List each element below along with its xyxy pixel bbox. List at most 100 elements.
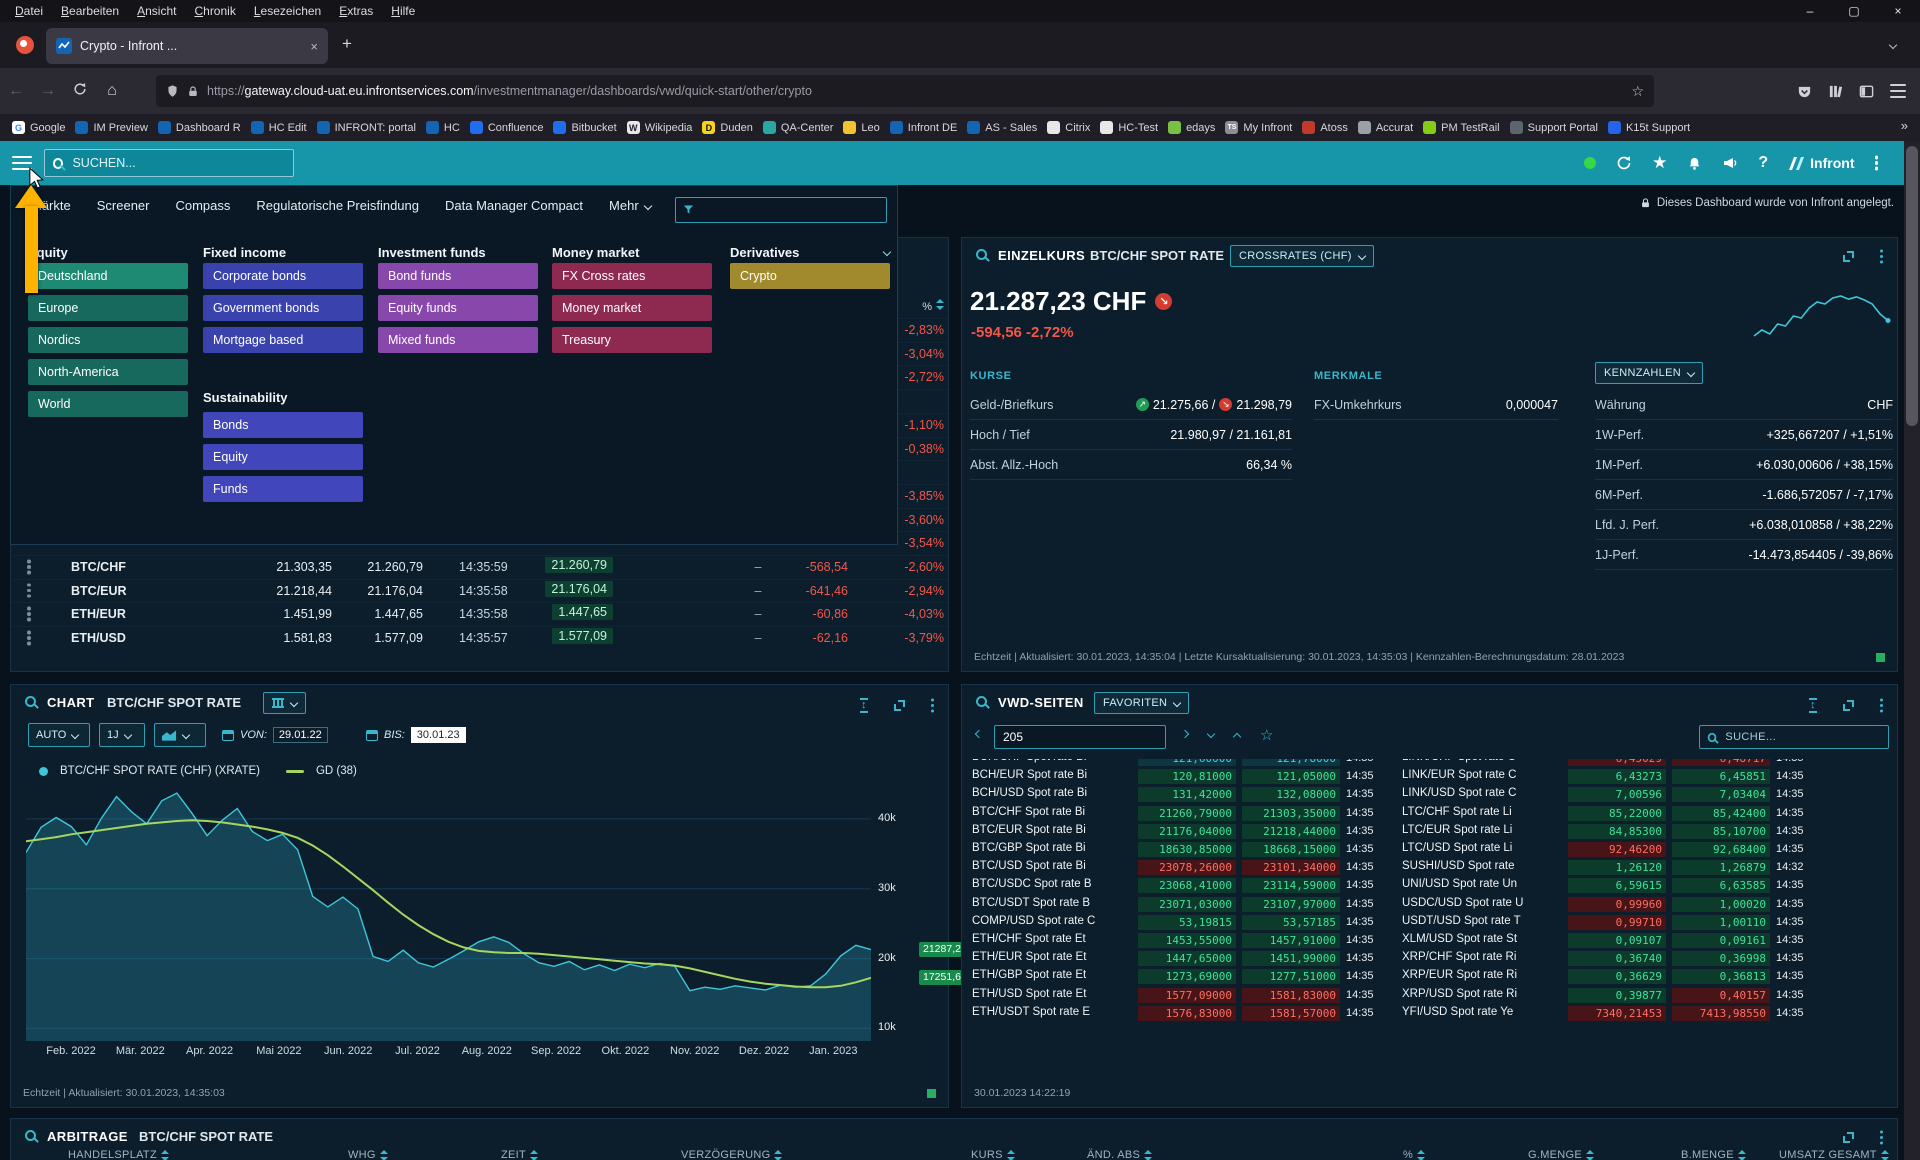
row-kebab-icon[interactable] <box>27 636 31 640</box>
expand-icon[interactable] <box>1843 251 1854 262</box>
menu-item-equity-funds[interactable]: Equity funds <box>378 295 538 321</box>
column-header--nd-abs[interactable]: ÄND. ABS <box>1087 1149 1152 1160</box>
menu-item-deutschland[interactable]: Deutschland <box>28 263 188 289</box>
menu-item-bonds[interactable]: Bonds <box>203 412 363 438</box>
nav-tab-mehr[interactable]: Mehr <box>609 198 651 213</box>
refresh-icon[interactable] <box>1616 155 1632 171</box>
vwd-row[interactable]: BTC/USDC Spot rate B23068,4100023114,590… <box>966 877 1396 895</box>
bookmark-item[interactable]: Accurat <box>1358 121 1413 134</box>
lock-icon[interactable] <box>187 85 199 98</box>
menu-item-world[interactable]: World <box>28 391 188 417</box>
vwd-row[interactable]: BCH/USD Spot rate Bi131,42000132,0800014… <box>966 786 1396 804</box>
von-value[interactable]: 29.01.22 <box>273 727 328 743</box>
bookmark-item[interactable]: Infront DE <box>890 121 958 134</box>
menu-item-mixed-funds[interactable]: Mixed funds <box>378 327 538 353</box>
vwd-row[interactable]: LTC/CHF Spot rate Li85,2200085,4240014:3… <box>1396 805 1826 823</box>
vwd-search-box[interactable] <box>1699 725 1889 749</box>
quote-row[interactable]: ETH/EUR1.451,991.447,6514:35:581.447,65–… <box>11 602 948 626</box>
vwd-row[interactable]: ETH/USDT Spot rate E1576,830001581,57000… <box>966 1005 1396 1023</box>
bookmark-item[interactable]: INFRONT: portal <box>317 121 416 134</box>
vwd-row[interactable]: ETH/GBP Spot rate Et1273,690001277,51000… <box>966 968 1396 986</box>
list-tabs-icon[interactable] <box>1889 41 1897 49</box>
menu-item-funds[interactable]: Funds <box>203 476 363 502</box>
column-header-zeit[interactable]: ZEIT <box>501 1149 538 1160</box>
fit-icon[interactable]: ↕ <box>860 698 868 713</box>
bookmarks-overflow-icon[interactable]: » <box>1895 118 1914 133</box>
expand-icon[interactable] <box>1843 700 1854 711</box>
tab-close-icon[interactable]: × <box>310 39 318 54</box>
menu-item-mortgage-based[interactable]: Mortgage based <box>203 327 363 353</box>
library-icon[interactable] <box>1828 84 1843 99</box>
app-search-box[interactable] <box>44 149 294 177</box>
toolbar-kebab-icon[interactable] <box>1875 161 1879 165</box>
vwd-row[interactable]: USDT/USD Spot rate T0,997101,0011014:35 <box>1396 914 1826 932</box>
back-icon[interactable]: ← <box>0 82 32 100</box>
menubar-item-ansicht[interactable]: Ansicht <box>130 2 183 20</box>
exchange-dropdown[interactable] <box>263 692 306 714</box>
new-tab-button[interactable]: + <box>342 34 352 54</box>
kennzahlen-dropdown[interactable]: KENNZAHLEN <box>1595 362 1703 384</box>
bookmark-item[interactable]: GGoogle <box>12 121 65 134</box>
vwd-row[interactable]: LTC/USD Spot rate Li92,4620092,6840014:3… <box>1396 841 1826 859</box>
vwd-row[interactable]: UNI/USD Spot rate Un6,596156,6358514:35 <box>1396 877 1826 895</box>
favorite-star-icon[interactable]: ☆ <box>1260 726 1273 744</box>
vwd-row[interactable]: BTC/GBP Spot rate Bi18630,8500018668,150… <box>966 841 1396 859</box>
menubar-item-lesezeichen[interactable]: Lesezeichen <box>247 2 328 20</box>
fit-icon[interactable]: ↕ <box>1809 698 1817 713</box>
column-header-b-menge[interactable]: B.MENGE <box>1681 1149 1746 1160</box>
menubar-item-hilfe[interactable]: Hilfe <box>384 2 422 20</box>
menu-item-north-america[interactable]: North-America <box>28 359 188 385</box>
menu-item-bond-funds[interactable]: Bond funds <box>378 263 538 289</box>
bis-value[interactable]: 30.01.23 <box>411 727 466 743</box>
quote-row[interactable]: BTC/EUR21.218,4421.176,0414:35:5821.176,… <box>11 579 948 603</box>
pocket-icon[interactable] <box>1797 84 1812 99</box>
quote-search-icon[interactable] <box>25 696 36 707</box>
vwd-row[interactable]: BTC/USD Spot rate Bi23078,2600023101,340… <box>966 859 1396 877</box>
row-kebab-icon[interactable] <box>27 565 31 569</box>
vwd-row[interactable]: ETH/USD Spot rate Et1577,090001581,83000… <box>966 987 1396 1005</box>
nav-tab-compass[interactable]: Compass <box>175 198 230 213</box>
chart-type-dropdown[interactable] <box>154 723 206 747</box>
row-kebab-icon[interactable] <box>27 612 31 616</box>
panel-kebab-icon[interactable] <box>931 704 935 708</box>
menu-item-corporate-bonds[interactable]: Corporate bonds <box>203 263 363 289</box>
vwd-row[interactable]: COMP/USD Spot rate C53,1981553,5718514:3… <box>966 914 1396 932</box>
bookmark-item[interactable]: Citrix <box>1047 121 1090 134</box>
page-back-icon[interactable] <box>975 730 983 738</box>
vwd-row[interactable]: XLM/USD Spot rate St0,091070,0916114:35 <box>1396 932 1826 950</box>
reload-icon[interactable] <box>64 82 96 101</box>
bookmark-item[interactable]: Confluence <box>470 121 544 134</box>
favorites-star-icon[interactable]: ★ <box>1652 153 1667 173</box>
home-icon[interactable]: ⌂ <box>96 82 128 100</box>
vwd-row[interactable]: BCH/EUR Spot rate Bi120,81000121,0500014… <box>966 768 1396 786</box>
expand-icon[interactable] <box>894 700 905 711</box>
vwd-row[interactable]: BTC/EUR Spot rate Bi21176,0400021218,440… <box>966 823 1396 841</box>
sidebar-icon[interactable] <box>1859 84 1874 99</box>
vwd-row[interactable]: SUSHI/USD Spot rate1,261201,2687914:32 <box>1396 859 1826 877</box>
announcements-megaphone-icon[interactable] <box>1722 155 1738 171</box>
bookmark-item[interactable]: IM Preview <box>75 121 147 134</box>
quote-search-icon[interactable] <box>25 1130 36 1141</box>
menubar-item-chronik[interactable]: Chronik <box>187 2 242 20</box>
app-search-input[interactable] <box>70 155 285 171</box>
notifications-bell-icon[interactable] <box>1687 156 1702 171</box>
quote-search-icon[interactable] <box>976 696 987 707</box>
vwd-row[interactable]: BCH/CHF Spot rate Bi121,60000121,7800014… <box>966 759 1396 768</box>
vwd-row[interactable]: BTC/USDT Spot rate B23071,0300023107,970… <box>966 896 1396 914</box>
vwd-row[interactable]: LINK/EUR Spot rate C6,432736,4585114:35 <box>1396 768 1826 786</box>
bookmark-item[interactable]: HC <box>426 121 460 134</box>
menubar-item-bearbeiten[interactable]: Bearbeiten <box>54 2 126 20</box>
menubar-item-extras[interactable]: Extras <box>332 2 380 20</box>
url-bar[interactable]: https://gateway.cloud-uat.eu.infrontserv… <box>156 75 1654 107</box>
quote-row[interactable]: BTC/CHF21.303,3521.260,7914:35:5921.260,… <box>11 555 948 579</box>
nav-tab-data-manager-compact[interactable]: Data Manager Compact <box>445 198 583 213</box>
nav-tab-regulatorische-preisfindung[interactable]: Regulatorische Preisfindung <box>256 198 419 213</box>
bookmark-item[interactable]: K15t Support <box>1608 121 1690 134</box>
menu-item-government-bonds[interactable]: Government bonds <box>203 295 363 321</box>
bookmark-item[interactable]: Bitbucket <box>553 121 616 134</box>
window-minimize-button[interactable]: – <box>1788 0 1832 22</box>
menu-item-nordics[interactable]: Nordics <box>28 327 188 353</box>
vwd-row[interactable]: LINK/CHF Spot rate C6,450296,4871714:35 <box>1396 759 1826 768</box>
panel-kebab-icon[interactable] <box>1880 704 1884 708</box>
bookmark-item[interactable]: HC-Test <box>1100 121 1158 134</box>
